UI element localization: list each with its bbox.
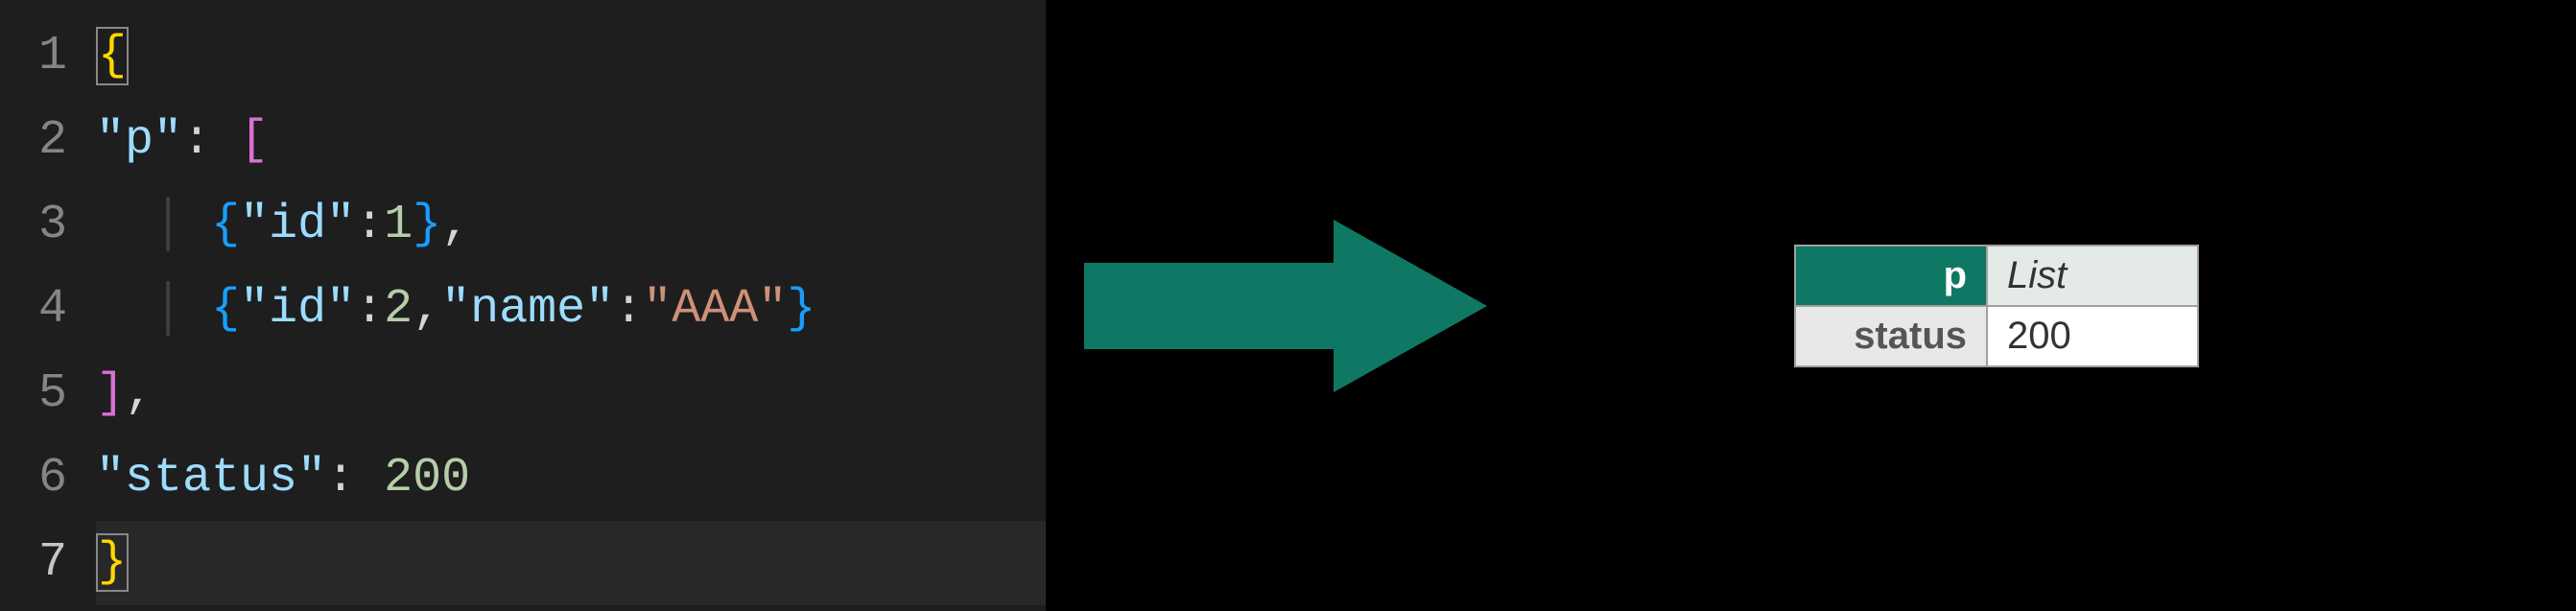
key-token: "status": [96, 451, 326, 505]
brace-token: {: [211, 282, 240, 337]
number-token: 1: [384, 198, 413, 252]
code-line: │ {"id":1},: [96, 183, 1046, 268]
table-key-cell: p: [1795, 246, 1987, 306]
table-row[interactable]: p List: [1795, 246, 2198, 306]
space-token: [211, 113, 240, 168]
arrow-icon: [1084, 210, 1487, 402]
line-number: 1: [0, 14, 67, 99]
key-token: "id": [240, 282, 355, 337]
code-editor-panel: 1 2 3 4 5 6 7 { "p": [ │ {"id":1}, │ {"i…: [0, 0, 1046, 611]
brace-token: {: [96, 27, 129, 85]
brace-token: }: [96, 533, 129, 592]
code-area[interactable]: { "p": [ │ {"id":1}, │ {"id":2,"name":"A…: [96, 0, 1046, 611]
arrow-container: [1046, 0, 1525, 611]
code-line: │ {"id":2,"name":"AAA"}: [96, 268, 1046, 352]
bracket-token: ]: [96, 366, 125, 421]
indent-guide: │: [154, 198, 182, 252]
code-line: "p": [: [96, 99, 1046, 183]
key-token: "p": [96, 113, 182, 168]
table-value-cell: List: [1987, 246, 2198, 306]
line-number: 4: [0, 268, 67, 352]
comma-token: ,: [125, 366, 154, 421]
colon-token: :: [182, 113, 211, 168]
line-number: 6: [0, 436, 67, 521]
colon-token: :: [326, 451, 355, 505]
bracket-token: [: [240, 113, 269, 168]
number-token: 200: [384, 451, 470, 505]
line-number-gutter: 1 2 3 4 5 6 7: [0, 0, 96, 611]
code-line: "status": 200: [96, 436, 1046, 521]
code-line: {: [96, 14, 1046, 99]
colon-token: :: [355, 282, 384, 337]
table-row[interactable]: status 200: [1795, 306, 2198, 366]
key-token: "id": [240, 198, 355, 252]
line-number: 2: [0, 99, 67, 183]
line-number: 3: [0, 183, 67, 268]
brace-token: }: [787, 282, 815, 337]
brace-token: }: [413, 198, 441, 252]
result-table-container: p List status 200: [1794, 245, 2199, 367]
indent-guide: │: [154, 282, 182, 337]
code-line-current: }: [96, 521, 1046, 605]
colon-token: :: [355, 198, 384, 252]
space-token: [355, 451, 384, 505]
table-key-cell: status: [1795, 306, 1987, 366]
number-token: 2: [384, 282, 413, 337]
result-table: p List status 200: [1794, 245, 2199, 367]
code-line: ],: [96, 352, 1046, 436]
table-value-cell: 200: [1987, 306, 2198, 366]
colon-token: :: [614, 282, 643, 337]
comma-token: ,: [441, 198, 470, 252]
string-token: "AAA": [643, 282, 787, 337]
line-number-current: 7: [0, 521, 67, 605]
key-token: "name": [441, 282, 614, 337]
comma-token: ,: [413, 282, 441, 337]
line-number: 5: [0, 352, 67, 436]
brace-token: {: [211, 198, 240, 252]
